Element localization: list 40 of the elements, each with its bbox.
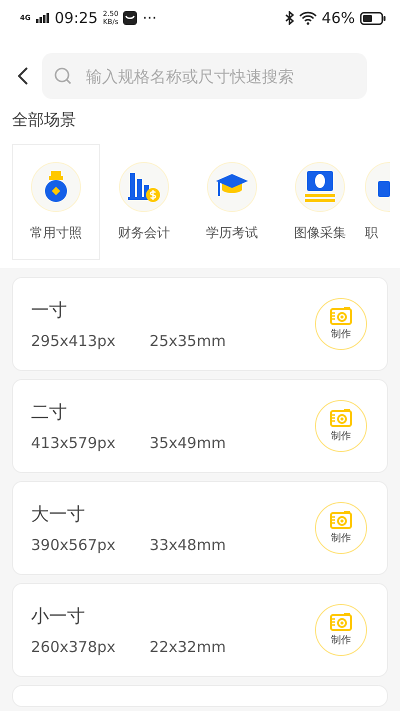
print-size: 25x35mm [150, 332, 226, 350]
spec-card[interactable]: 一寸 295x413px 25x35mm 制作 [12, 277, 388, 371]
make-button[interactable]: 制作 [315, 502, 367, 554]
medal-icon [44, 171, 68, 203]
wifi-icon [298, 11, 317, 25]
more-indicator: ··· [142, 9, 157, 27]
camera-icon [330, 409, 352, 427]
spec-title: 小一寸 [31, 605, 86, 628]
battery-icon [360, 12, 386, 24]
spec-card[interactable]: 小一寸 260x378px 22x32mm 制作 [12, 583, 388, 677]
spec-title: 二寸 [31, 401, 68, 424]
search-icon [54, 67, 72, 85]
category-item[interactable]: 常用寸照 [12, 144, 100, 260]
make-button[interactable]: 制作 [315, 604, 367, 656]
notification-icon [123, 11, 138, 25]
battery-percent: 46% [322, 9, 355, 27]
pixel-size: 413x579px [31, 434, 116, 452]
clock-time: 09:25 [54, 9, 98, 27]
make-button[interactable]: 制作 [315, 298, 367, 350]
print-size: 35x49mm [150, 434, 226, 452]
back-icon[interactable] [18, 67, 28, 85]
pixel-size: 295x413px [31, 332, 116, 350]
search-field[interactable]: 输入规格名称或尺寸快速搜索 [42, 53, 367, 99]
camera-icon [330, 307, 352, 325]
camera-icon [330, 613, 352, 631]
pixel-size: 260x378px [31, 638, 116, 656]
spec-title: 大一寸 [31, 503, 86, 526]
chart-coin-icon [128, 171, 160, 203]
bluetooth-icon [284, 11, 294, 25]
camera-icon [330, 511, 352, 529]
make-button[interactable]: 制作 [315, 400, 367, 452]
pixel-size: 390x567px [31, 536, 116, 554]
id-photo-icon [305, 171, 335, 203]
print-size: 33x48mm [150, 536, 226, 554]
spec-card[interactable]: 二寸 413x579px 35x49mm 制作 [12, 379, 388, 473]
print-size: 22x32mm [150, 638, 226, 656]
section-title: 全部场景 [11, 109, 77, 131]
spec-card[interactable]: 大一寸 390x567px 33x48mm 制作 [12, 481, 388, 575]
spec-title: 一寸 [31, 299, 68, 322]
signal-icon [36, 13, 50, 23]
